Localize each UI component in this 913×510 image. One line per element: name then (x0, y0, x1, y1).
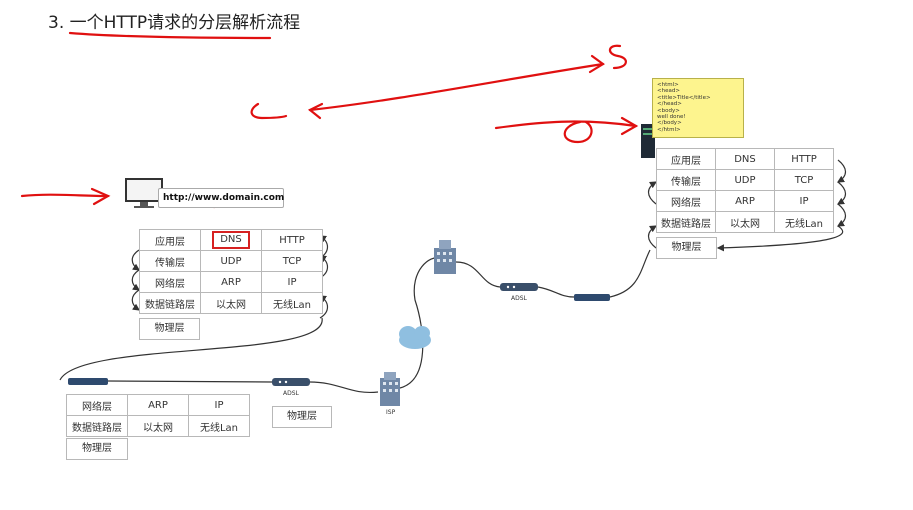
protocol-cell: 以太网 (715, 211, 775, 233)
protocol-cell: TCP (774, 169, 834, 191)
protocol-cell: 无线Lan (261, 292, 323, 314)
protocol-cell: 无线Lan (188, 415, 250, 437)
protocol-cell: ARP (715, 190, 775, 212)
stack-row-transport: 传输层 UDP TCP (139, 250, 323, 272)
isp-building-icon (380, 372, 400, 406)
switch-icon (574, 294, 610, 301)
protocol-cell: 以太网 (200, 292, 262, 314)
adsl-left-label: ADSL (283, 390, 299, 397)
stack-row-network: 网络层 ARP IP (139, 271, 323, 293)
adsl-right-label: ADSL (511, 295, 527, 302)
adsl-physical-layer: 物理层 (272, 406, 332, 428)
layer-name: 应用层 (139, 229, 201, 251)
stack-row-application: 应用层 DNS HTTP (656, 148, 834, 170)
layer-name: 数据链路层 (656, 211, 716, 233)
layer-name: 网络层 (656, 190, 716, 212)
protocol-cell: HTTP (261, 229, 323, 251)
dns-highlight: DNS (212, 231, 250, 249)
note-line: </html> (657, 126, 681, 133)
client-physical-layer: 物理层 (139, 318, 200, 340)
protocol-cell: IP (774, 190, 834, 212)
stack-row-datalink: 数据链路层 以太网 无线Lan (139, 292, 323, 314)
router-protocol-stack: 网络层 ARP IP 数据链路层 以太网 无线Lan (66, 394, 250, 437)
client-computer-icon (125, 178, 163, 208)
adsl-modem-left-icon (272, 378, 310, 386)
protocol-cell: ARP (200, 271, 262, 293)
layer-name: 传输层 (656, 169, 716, 191)
isp-label: ISP (386, 409, 396, 416)
protocol-cell: 以太网 (127, 415, 189, 437)
protocol-cell: UDP (200, 250, 262, 272)
layer-name: 传输层 (139, 250, 201, 272)
protocol-cell: IP (261, 271, 323, 293)
url-address-bubble: http://www.domain.com (158, 188, 284, 208)
adsl-modem-right-icon (500, 283, 538, 291)
protocol-cell: DNS (200, 229, 262, 251)
layer-name: 数据链路层 (139, 292, 201, 314)
stack-row-network: 网络层 ARP IP (656, 190, 834, 212)
html-source-note: <html> <head> <title>Title</title> </hea… (652, 78, 744, 138)
protocol-cell: 无线Lan (774, 211, 834, 233)
protocol-cell: ARP (127, 394, 189, 416)
router-icon (68, 378, 108, 385)
protocol-cell: DNS (715, 148, 775, 170)
layer-name: 网络层 (66, 394, 128, 416)
stack-row-network: 网络层 ARP IP (66, 394, 250, 416)
protocol-cell: IP (188, 394, 250, 416)
layer-name: 网络层 (139, 271, 201, 293)
stack-row-transport: 传输层 UDP TCP (656, 169, 834, 191)
router-physical-layer: 物理层 (66, 438, 128, 460)
client-stack-left-arrows (131, 249, 140, 311)
protocol-cell: HTTP (774, 148, 834, 170)
server-building-icon (434, 240, 456, 274)
cloud-icon (399, 326, 431, 349)
layer-name: 应用层 (656, 148, 716, 170)
stack-row-datalink: 数据链路层 以太网 无线Lan (656, 211, 834, 233)
handwritten-annotations (20, 31, 639, 209)
protocol-cell: TCP (261, 250, 323, 272)
layer-name: 数据链路层 (66, 415, 128, 437)
server-physical-layer: 物理层 (656, 237, 717, 259)
client-protocol-stack: 应用层 DNS HTTP 传输层 UDP TCP 网络层 ARP IP 数据链路… (139, 229, 323, 314)
server-protocol-stack: 应用层 DNS HTTP 传输层 UDP TCP 网络层 ARP IP 数据链路… (656, 148, 834, 233)
server-stack-left-arrows (647, 181, 658, 249)
stack-row-datalink: 数据链路层 以太网 无线Lan (66, 415, 250, 437)
protocol-cell: UDP (715, 169, 775, 191)
stack-row-application: 应用层 DNS HTTP (139, 229, 323, 251)
